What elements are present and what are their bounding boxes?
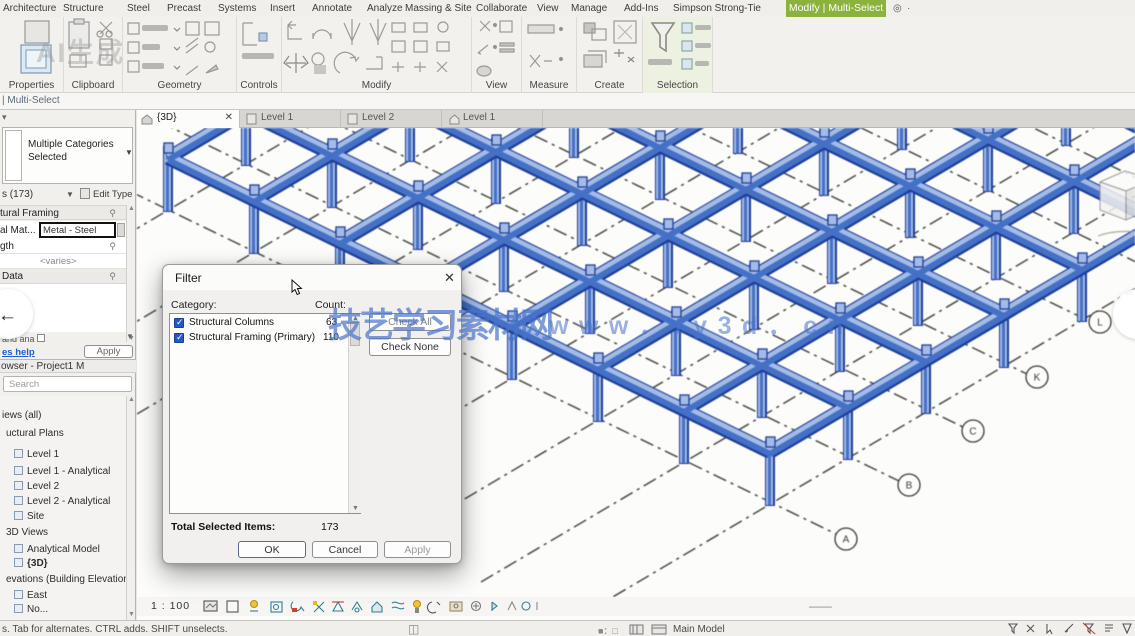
svg-text:C: C <box>969 427 976 438</box>
svg-text:L: L <box>1097 318 1103 329</box>
svg-text:A: A <box>843 535 850 546</box>
svg-text:K: K <box>1034 373 1041 384</box>
svg-text:B: B <box>906 481 913 492</box>
